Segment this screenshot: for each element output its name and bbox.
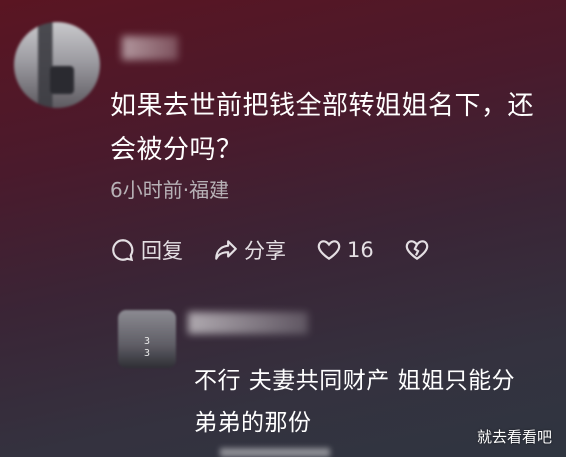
reply-username[interactable] xyxy=(188,312,308,334)
comment-actions: 回复 分享 16 xyxy=(110,233,465,267)
reply-button[interactable]: 回复 xyxy=(110,235,183,265)
share-button[interactable]: 分享 xyxy=(213,235,286,265)
next-reply-partial xyxy=(220,448,330,457)
commenter-username[interactable] xyxy=(122,36,178,60)
like-button[interactable]: 16 xyxy=(316,237,374,263)
commenter-avatar[interactable] xyxy=(14,22,100,108)
share-icon xyxy=(215,240,237,260)
comment-text: 如果去世前把钱全部转姐姐名下，还会被分吗？ xyxy=(110,91,535,165)
heart-icon xyxy=(317,240,341,260)
comment-meta: 6小时前·福建 xyxy=(110,178,230,202)
dislike-button[interactable] xyxy=(404,237,435,263)
watermark: 就去看看吧 xyxy=(476,428,552,446)
reply-avatar-label: 3 3 xyxy=(144,336,151,359)
dislike-icon xyxy=(405,240,428,260)
share-label: 分享 xyxy=(244,239,286,263)
reply-label: 回复 xyxy=(141,239,183,263)
reply-text-line1: 不行 夫妻共同财产 姐姐只能分 xyxy=(194,368,516,394)
reply-icon xyxy=(112,239,134,262)
like-count: 16 xyxy=(347,238,374,262)
